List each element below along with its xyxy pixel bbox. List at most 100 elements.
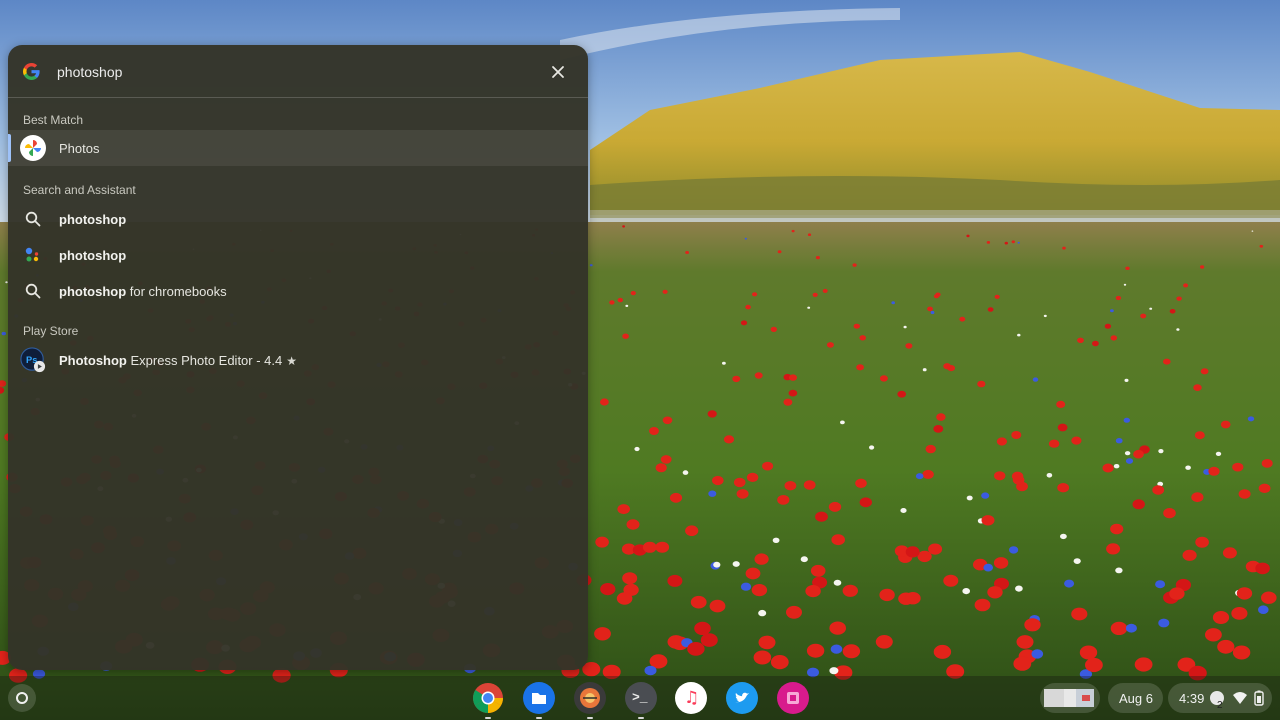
wildflower [986,241,991,244]
wildflower [589,264,593,267]
wildflower [1208,466,1220,476]
wildflower [772,537,780,543]
wildflower [722,361,726,365]
result-search-photoshop[interactable]: photoshop [8,201,588,237]
wildflower [745,567,761,580]
result-search-photoshop-for-chromebooks[interactable]: photoshop for chromebooks [8,273,588,309]
launcher-button[interactable] [8,684,36,712]
assistant-icon [20,242,46,268]
wildflower [1259,244,1264,248]
result-photoshop-express[interactable]: Ps Photoshop Express Photo Editor - 4.4 ★ [8,342,588,378]
wildflower [903,325,907,329]
status-tray[interactable]: 4:39 2 [1168,683,1272,713]
result-label: photoshop [59,211,127,227]
wildflower [1062,246,1066,250]
date-tray[interactable]: Aug 6 [1108,683,1163,713]
wildflower [807,233,812,236]
wildflower [1110,309,1114,313]
music-icon[interactable]: ♫ [675,682,707,714]
wildflower [1163,358,1171,365]
wildflower [943,574,959,587]
wildflower [1011,240,1015,244]
wildflower [783,398,793,406]
app-icon[interactable] [777,682,809,714]
result-photos[interactable]: Photos [8,130,588,166]
wildflower [1205,628,1222,642]
wildflower [655,541,670,553]
app-icon[interactable] [574,682,606,719]
wildflower [736,489,749,499]
wildflower [662,289,668,294]
wildflower [1017,333,1021,337]
wildflower [1016,635,1034,649]
wildflower [822,288,828,293]
wildflower [685,525,699,536]
wildflower [1133,449,1144,459]
wildflower [600,583,616,596]
holding-space-tray[interactable] [1040,683,1100,713]
wildflower [966,495,973,501]
wildflower [784,481,797,491]
wildflower [1194,431,1205,440]
wildflower [859,335,866,341]
wildflower [1222,547,1237,559]
wildflower [1031,649,1044,659]
wildflower [800,556,808,563]
result-assistant-photoshop[interactable]: photoshop [8,237,588,273]
wildflower [1125,458,1134,464]
wildflower [1195,536,1209,548]
wildflower [875,635,893,649]
wildflower [987,307,994,312]
wildflower [713,561,721,568]
wildflower [1261,459,1273,468]
search-icon [20,206,46,232]
files-icon[interactable] [523,682,555,719]
wildflower [754,553,769,565]
wildflower [625,304,629,307]
wildflower [815,511,828,522]
wildflower [1124,378,1129,382]
wildflower [660,455,672,464]
wildflower [669,492,683,503]
wildflower [644,665,657,676]
wildflower [1057,423,1068,432]
terminal-icon[interactable]: >_ [625,682,657,719]
wildflower [905,343,913,349]
wildflower [1124,451,1131,456]
close-icon[interactable] [548,62,568,82]
wildflower [897,390,906,398]
wildflower [1079,645,1098,660]
wildflower [830,644,843,654]
wildflower [1132,499,1145,510]
wildflower [1046,473,1053,478]
wildflower [1011,471,1024,481]
wildflower [1077,337,1084,343]
twitter-icon[interactable] [726,682,758,714]
wildflower [1169,309,1176,314]
wildflower [828,501,842,512]
wildflower [709,599,726,613]
wildflower [1183,283,1189,288]
wildflower [915,473,924,480]
wildflower [745,304,751,310]
section-title-best-match: Best Match [23,113,84,127]
wildflower [810,564,826,577]
wildflower [1085,657,1103,673]
wildflower [1056,400,1066,408]
chrome-icon[interactable] [472,682,504,719]
wildflower [1212,611,1230,624]
wildflower [746,472,759,482]
wildflower [1060,533,1067,540]
search-input[interactable] [55,60,519,84]
wildflower [752,292,758,297]
wildflower [600,398,609,406]
wildflower [987,586,1003,599]
result-label: Photoshop Express Photo Editor - 4.4 ★ [59,352,298,368]
wildflower [962,588,970,595]
wildflower [927,306,933,312]
wildflower [1024,618,1041,632]
wildflower [1115,567,1123,574]
search-box [8,45,588,98]
wildflower [754,372,763,379]
wildflower [1043,314,1047,318]
